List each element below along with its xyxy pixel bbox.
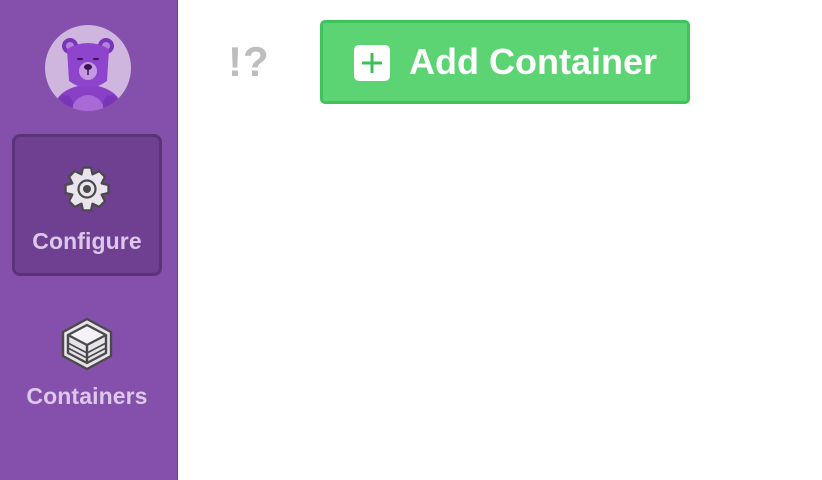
app-window: Configure Containers !? Add Container (0, 0, 822, 480)
add-container-button[interactable]: Add Container (320, 20, 690, 104)
sidebar-item-label: Configure (32, 228, 142, 254)
sidebar-item-containers[interactable]: Containers (12, 300, 162, 442)
add-container-label: Add Container (409, 41, 657, 82)
sidebar: Configure Containers (0, 0, 178, 480)
sidebar-item-configure[interactable]: Configure (12, 134, 162, 276)
plus-icon (354, 45, 390, 81)
sidebar-item-label: Containers (26, 383, 148, 409)
box-icon (58, 315, 116, 378)
help-icon[interactable]: !? (228, 38, 270, 86)
gear-icon (60, 162, 114, 221)
bear-avatar-icon[interactable] (45, 25, 131, 111)
